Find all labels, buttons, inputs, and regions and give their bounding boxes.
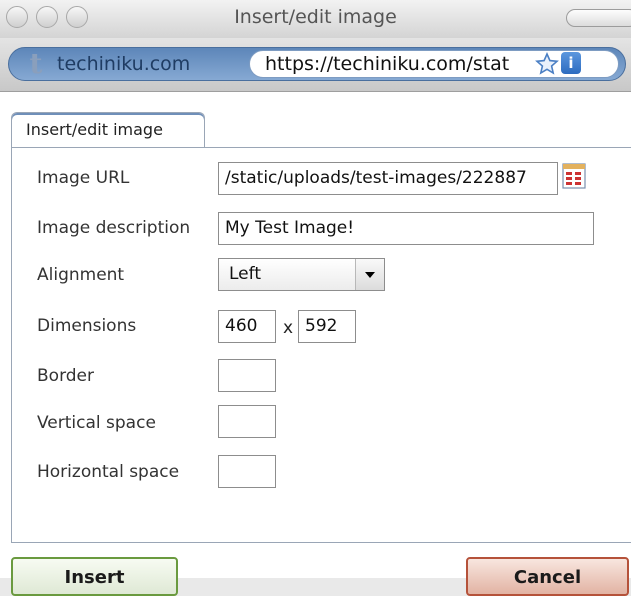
- dimensions-height-input[interactable]: 592: [298, 310, 356, 343]
- image-url-label: Image URL: [37, 168, 130, 188]
- alignment-select[interactable]: Left: [218, 258, 385, 291]
- url-input[interactable]: https://techiniku.com/stat i: [249, 50, 619, 78]
- image-url-input[interactable]: /static/uploads/test-images/222887: [218, 162, 558, 195]
- insert-button[interactable]: Insert: [11, 557, 178, 596]
- cancel-button[interactable]: Cancel: [466, 557, 629, 596]
- image-description-label: Image description: [37, 218, 191, 238]
- dimensions-label: Dimensions: [37, 316, 137, 336]
- window-title: Insert/edit image: [234, 6, 397, 28]
- image-description-input[interactable]: My Test Image!: [218, 212, 594, 245]
- info-icon[interactable]: i: [561, 52, 581, 74]
- browse-icon[interactable]: [562, 163, 586, 189]
- tab-insert-edit-image[interactable]: Insert/edit image: [11, 112, 205, 148]
- tab-label: Insert/edit image: [26, 120, 163, 139]
- alignment-selected-value: Left: [229, 264, 261, 284]
- tab-panel: [11, 147, 631, 543]
- horizontal-space-label: Horizontal space: [37, 462, 180, 482]
- border-input[interactable]: [218, 359, 276, 392]
- chevron-down-icon[interactable]: [355, 259, 384, 290]
- url-field-container: t techiniku.com https://techiniku.com/st…: [8, 47, 626, 81]
- url-text: https://techiniku.com/stat: [265, 53, 510, 75]
- vertical-space-input[interactable]: [218, 405, 276, 438]
- horizontal-space-input[interactable]: [218, 455, 276, 488]
- dimensions-separator: x: [283, 318, 294, 338]
- toolbar-toggle-button[interactable]: [566, 9, 631, 27]
- window-titlebar: Insert/edit image: [0, 0, 631, 39]
- dimensions-width-input[interactable]: 460: [218, 310, 276, 343]
- vertical-space-label: Vertical space: [37, 413, 156, 433]
- alignment-label: Alignment: [37, 265, 125, 285]
- border-label: Border: [37, 366, 94, 386]
- site-favicon-icon: t: [29, 47, 43, 80]
- site-identity-label[interactable]: techiniku.com: [57, 53, 190, 75]
- address-bar: t techiniku.com https://techiniku.com/st…: [0, 38, 631, 92]
- star-icon[interactable]: [535, 52, 559, 76]
